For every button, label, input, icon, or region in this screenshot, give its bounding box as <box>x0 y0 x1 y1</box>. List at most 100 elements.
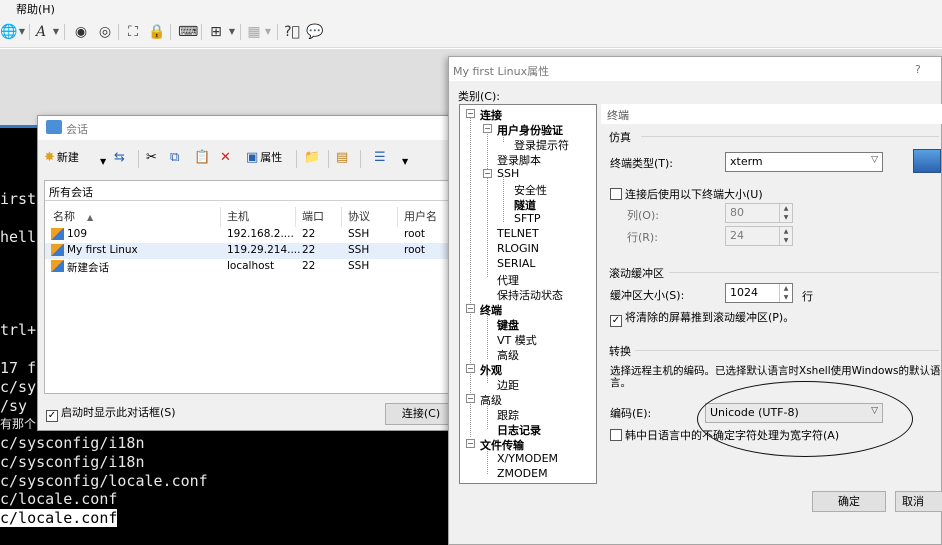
row-user: root <box>404 228 426 240</box>
new-session-icon: ✸ <box>44 150 55 165</box>
font-icon[interactable]: A <box>33 23 49 41</box>
cjk-checkbox-box[interactable] <box>610 429 622 441</box>
layout-dropdown-icon[interactable]: ▼ <box>264 23 272 41</box>
tree-item-xymodem[interactable]: X/YMODEM <box>497 452 558 465</box>
collapse-icon[interactable]: − <box>466 394 475 403</box>
column-host[interactable]: 主机 <box>227 208 249 226</box>
terminal-line: irst <box>0 190 37 208</box>
view-dropdown-icon[interactable]: ▼ <box>402 154 408 170</box>
tree-item-logging[interactable]: 日志记录 <box>497 422 541 438</box>
session-dialog-titlebar[interactable]: 会话 <box>38 116 456 140</box>
terminal-line: 17 f <box>0 359 37 377</box>
properties-title: My first Linux属性 <box>453 65 550 78</box>
session-row-icon <box>51 260 64 272</box>
view-icon[interactable]: ☰ <box>374 150 386 166</box>
tree-item-connection[interactable]: 连接 <box>480 107 502 123</box>
copy-icon[interactable]: ⧉ <box>170 150 179 166</box>
tree-item-keepalive[interactable]: 保持活动状态 <box>497 287 563 303</box>
table-row[interactable]: My first Linux 119.29.214.... 22 SSH roo… <box>45 243 455 259</box>
startup-checkbox-box[interactable]: ✓ <box>46 410 58 422</box>
tree-item-sftp[interactable]: SFTP <box>514 212 540 225</box>
push-screen-checkbox-box[interactable]: ✓ <box>610 315 622 327</box>
spinner-arrows-icon: ▲ ▼ <box>779 204 792 222</box>
globe-icon[interactable]: 🌐 <box>0 23 17 41</box>
tree-item-vt-mode[interactable]: VT 模式 <box>497 332 537 348</box>
import-icon[interactable]: ▤ <box>336 150 348 166</box>
tree-item-rlogin[interactable]: RLOGIN <box>497 242 539 255</box>
tree-item-ssh[interactable]: SSH <box>497 167 519 180</box>
keyboard-icon[interactable]: ⌨ <box>178 23 198 41</box>
columns-spinner[interactable]: 80 ▲ ▼ <box>725 203 793 223</box>
terminal-line: /sy <box>0 397 28 415</box>
row-host: 192.168.2.... <box>227 228 294 240</box>
use-size-checkbox[interactable]: 连接后使用以下终端大小(U) <box>610 186 763 202</box>
tree-item-file-transfer[interactable]: 文件传输 <box>480 437 524 453</box>
tree-item-margin[interactable]: 边距 <box>497 377 519 393</box>
conversion-description: 选择远程主机的编码。已选择默认语言时Xshell使用Windows的默认语 <box>610 365 941 377</box>
table-row[interactable]: 新建会话 localhost 22 SSH <box>45 259 455 275</box>
cancel-button[interactable]: 取消 <box>895 491 942 512</box>
collapse-icon[interactable]: − <box>466 439 475 448</box>
terminal-line: hell <box>0 228 37 246</box>
columns-label: 列(O): <box>627 209 659 222</box>
tree-item-telnet[interactable]: TELNET <box>497 227 539 240</box>
tree-item-keyboard[interactable]: 键盘 <box>497 317 519 333</box>
use-size-checkbox-box[interactable] <box>610 188 622 200</box>
column-protocol[interactable]: 协议 <box>348 208 370 226</box>
layout-icon[interactable]: ▦ <box>246 23 262 41</box>
tree-item-serial[interactable]: SERIAL <box>497 257 535 270</box>
terminal-line-selected: c/locale.conf <box>0 509 118 527</box>
paste-icon[interactable]: 📋 <box>194 150 210 166</box>
menu-help[interactable]: 帮助(H) <box>16 1 55 17</box>
chat-icon[interactable]: 💬 <box>306 23 323 41</box>
xftp-icon[interactable]: ◎ <box>96 23 114 41</box>
tree-item-login-script[interactable]: 登录脚本 <box>497 152 541 168</box>
tree-item-advanced2[interactable]: 高级 <box>480 392 502 408</box>
rows-spinner[interactable]: 24 ▲ ▼ <box>725 226 793 246</box>
transfer-icon[interactable]: ⇆ <box>114 150 125 166</box>
ok-button[interactable]: 确定 <box>812 491 886 512</box>
connect-button[interactable]: 连接(C) <box>385 403 457 425</box>
column-name[interactable]: 名称 ▲ <box>53 208 93 226</box>
properties-button[interactable]: ▣ 属性 <box>246 150 282 166</box>
new-tab-icon[interactable]: ⊞ <box>208 23 224 41</box>
column-username[interactable]: 用户名 <box>404 208 437 226</box>
tree-item-advanced[interactable]: 高级 <box>497 347 519 363</box>
terminal-type-select[interactable]: xterm ▽ <box>725 152 883 172</box>
column-port[interactable]: 端口 <box>302 208 324 226</box>
new-dropdown-icon[interactable]: ▼ <box>100 154 106 170</box>
table-row[interactable]: 109 192.168.2.... 22 SSH root <box>45 227 455 243</box>
tree-item-user-auth[interactable]: 用户身份验证 <box>497 122 563 138</box>
collapse-icon[interactable]: − <box>483 169 492 178</box>
collapse-icon[interactable]: − <box>466 109 475 118</box>
xmanager-icon[interactable]: ◉ <box>72 23 90 41</box>
buffer-size-spinner[interactable]: 1024 ▲ ▼ <box>725 283 793 303</box>
push-screen-checkbox[interactable]: ✓ 将清除的屏幕推到滚动缓冲区(P)。 <box>610 309 794 327</box>
folder-icon[interactable]: 📁 <box>304 150 320 166</box>
help-icon[interactable]: ?⃝ <box>284 23 300 41</box>
lock-icon[interactable]: 🔒 <box>148 23 165 41</box>
tree-item-terminal[interactable]: 终端 <box>480 302 502 318</box>
tree-item-tunnel[interactable]: 隧道 <box>514 197 536 213</box>
collapse-icon[interactable]: − <box>483 124 492 133</box>
tree-item-appearance[interactable]: 外观 <box>480 362 502 378</box>
help-question-icon[interactable]: ? <box>915 63 921 76</box>
collapse-icon[interactable]: − <box>466 364 475 373</box>
collapse-icon[interactable]: − <box>466 304 475 313</box>
delete-icon[interactable]: ✕ <box>220 150 231 166</box>
startup-checkbox[interactable]: ✓ 启动时显示此对话框(S) <box>46 404 176 422</box>
terminal-type-value: xterm <box>730 155 763 168</box>
tree-item-proxy[interactable]: 代理 <box>497 272 519 288</box>
globe-dropdown-icon[interactable]: ▼ <box>18 23 26 41</box>
new-tab-dropdown-icon[interactable]: ▼ <box>228 23 236 41</box>
tree-item-login-prompt[interactable]: 登录提示符 <box>514 137 569 153</box>
all-sessions-breadcrumb[interactable]: 所有会话 <box>45 181 455 201</box>
new-session-button[interactable]: ✸ 新建 <box>44 150 79 166</box>
fullscreen-icon[interactable]: ⛶ <box>125 23 141 41</box>
properties-titlebar[interactable]: My first Linux属性 ? <box>449 57 941 81</box>
tree-item-security[interactable]: 安全性 <box>514 182 547 198</box>
font-dropdown-icon[interactable]: ▼ <box>52 23 60 41</box>
cut-icon[interactable]: ✂ <box>146 150 157 166</box>
tree-item-trace[interactable]: 跟踪 <box>497 407 519 423</box>
tree-item-zmodem[interactable]: ZMODEM <box>497 467 548 480</box>
